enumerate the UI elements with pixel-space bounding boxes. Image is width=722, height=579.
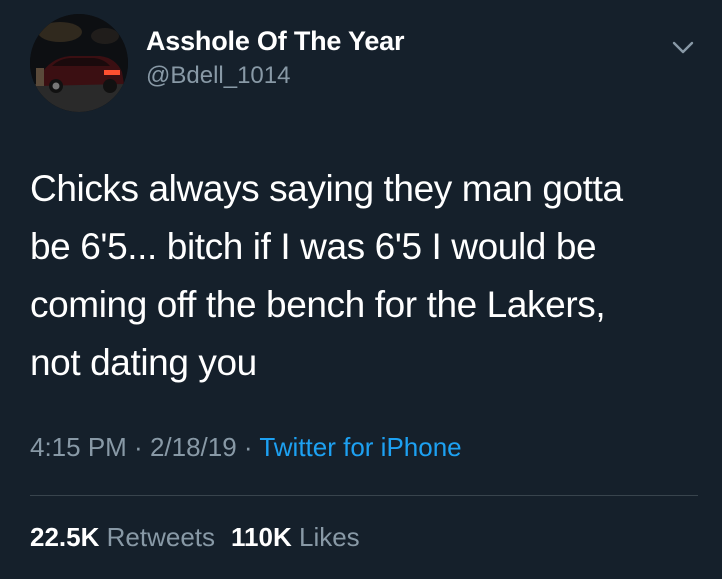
chevron-down-icon[interactable] — [670, 34, 696, 60]
retweets-count: 22.5K — [30, 522, 100, 552]
tweet-meta: 4:15 PM · 2/18/19 · Twitter for iPhone — [30, 432, 462, 463]
divider — [30, 495, 698, 496]
tweet-text-line: not dating you — [30, 342, 257, 383]
likes-count: 110K — [231, 522, 292, 552]
likes-stat[interactable]: 110K Likes — [231, 522, 360, 552]
display-name[interactable]: Asshole Of The Year — [146, 26, 405, 57]
retweets-stat[interactable]: 22.5K Retweets — [30, 522, 215, 552]
tweet-text: Chicks always saying they man gotta be 6… — [30, 160, 700, 392]
tweet-text-line: coming off the bench for the Lakers, — [30, 284, 606, 325]
tweet-source-link[interactable]: Twitter for iPhone — [259, 432, 461, 462]
tweet-text-line: be 6'5... bitch if I was 6'5 I would be — [30, 226, 597, 267]
tweet-time[interactable]: 4:15 PM — [30, 432, 127, 462]
tweet-stats: 22.5K Retweets 110K Likes — [30, 522, 360, 553]
retweets-label: Retweets — [106, 522, 216, 552]
user-handle[interactable]: @Bdell_1014 — [146, 62, 290, 90]
avatar-image — [30, 14, 128, 112]
tweet-text-line: Chicks always saying they man gotta — [30, 168, 623, 209]
likes-label: Likes — [298, 522, 360, 552]
meta-separator: · — [126, 432, 150, 462]
meta-separator: · — [236, 432, 260, 462]
tweet-date[interactable]: 2/18/19 — [150, 432, 237, 462]
avatar[interactable] — [30, 14, 128, 112]
